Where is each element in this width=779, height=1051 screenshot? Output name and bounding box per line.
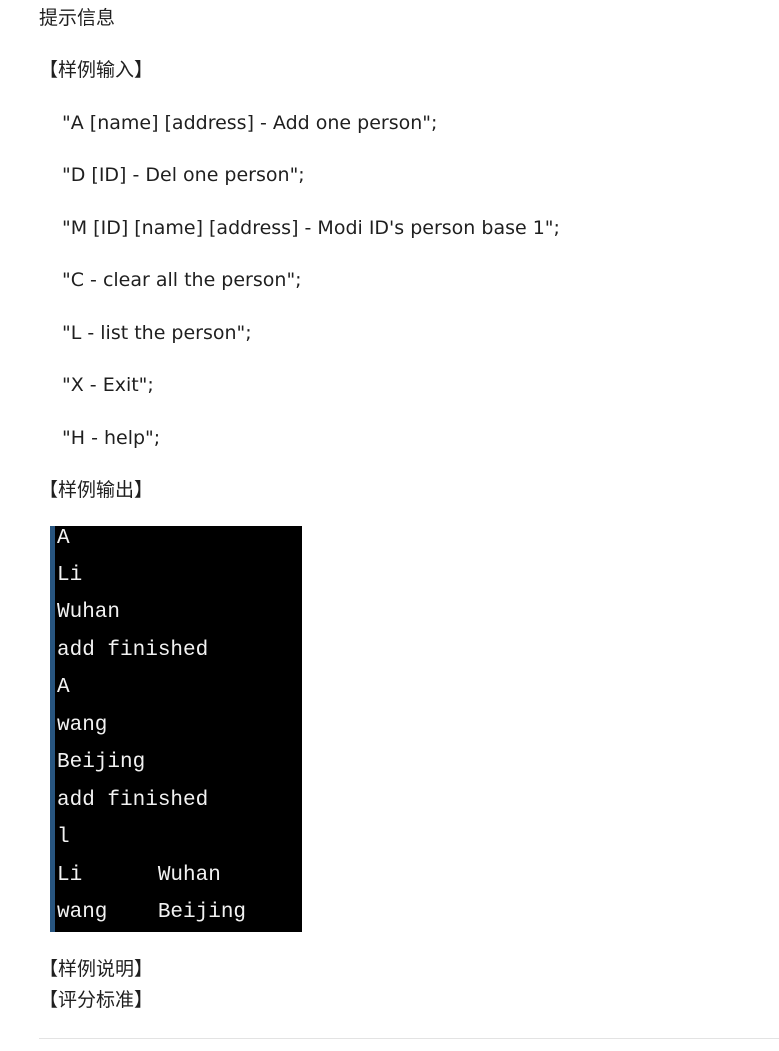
command-line-list: "L - list the person"; bbox=[62, 322, 252, 344]
console-line: wang bbox=[57, 714, 108, 737]
console-line: A bbox=[57, 527, 70, 550]
command-line-modify: "M [ID] [name] [address] - Modi ID's per… bbox=[62, 217, 560, 239]
console-line: Wuhan bbox=[57, 601, 121, 624]
command-line-add: "A [name] [address] - Add one person"; bbox=[62, 112, 438, 134]
sample-output-heading: 【样例输出】 bbox=[39, 479, 154, 501]
scoring-criteria-heading: 【评分标准】 bbox=[39, 989, 154, 1011]
bottom-divider bbox=[39, 1038, 779, 1039]
console-line: Li Wuhan bbox=[57, 864, 221, 887]
console-line: Li bbox=[57, 564, 83, 587]
sample-input-heading: 【样例输入】 bbox=[39, 59, 154, 81]
console-line: add finished bbox=[57, 789, 209, 812]
command-line-clear: "C - clear all the person"; bbox=[62, 269, 302, 291]
console-line: A bbox=[57, 676, 70, 699]
console-line: add finished bbox=[57, 639, 209, 662]
command-line-delete: "D [ID] - Del one person"; bbox=[62, 164, 305, 186]
command-line-help: "H - help"; bbox=[62, 427, 161, 449]
console-line: wang Beijing bbox=[57, 901, 247, 924]
command-line-exit: "X - Exit"; bbox=[62, 374, 154, 396]
console-line: Beijing bbox=[57, 751, 146, 774]
sample-explanation-heading: 【样例说明】 bbox=[39, 958, 154, 980]
console-line: l bbox=[57, 826, 70, 849]
console-output-screenshot: A Li Wuhan add finished A wang Beijing a… bbox=[50, 526, 302, 932]
hint-title: 提示信息 bbox=[39, 7, 116, 29]
